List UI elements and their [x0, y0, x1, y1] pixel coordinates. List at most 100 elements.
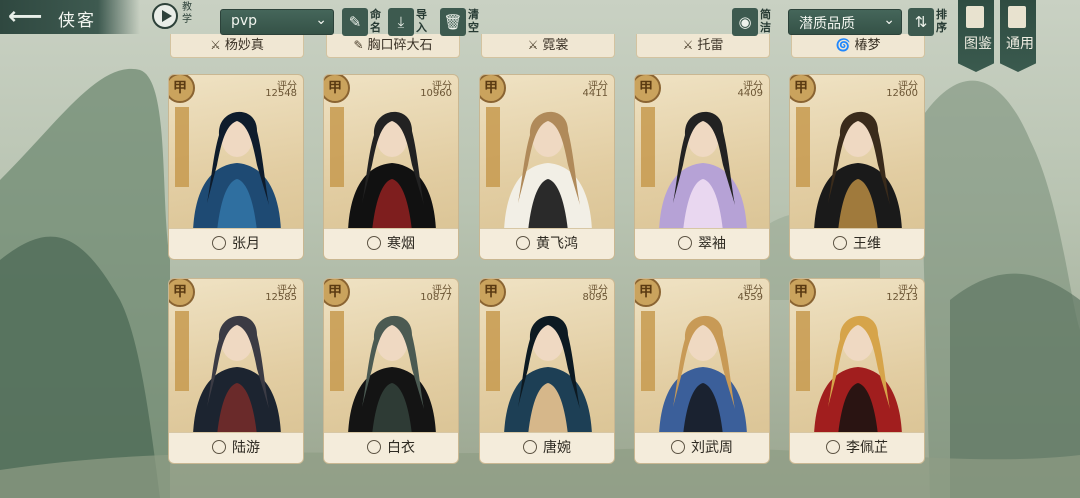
import-button[interactable]: ⤓ 导入 — [388, 8, 432, 36]
grade-ribbon — [641, 107, 655, 187]
hero-card[interactable]: 甲评分 12585 陆游 — [168, 278, 304, 464]
hero-card[interactable]: 甲评分 12600 王维 — [789, 74, 925, 260]
rename-label: 命名 — [370, 8, 381, 34]
trash-icon: 🗑 — [440, 8, 466, 36]
hero-name-plate: 陆游 — [169, 432, 303, 463]
hero-name: 白衣 — [387, 440, 415, 456]
book-icon — [966, 6, 984, 28]
score-value: 12548 — [265, 88, 297, 99]
sword-icon: ⚔ — [527, 38, 539, 52]
hero-portrait — [348, 111, 436, 231]
hero-name: 翠袖 — [698, 236, 726, 252]
hero-portrait — [659, 315, 747, 435]
hero-card[interactable]: 甲评分 10877 白衣 — [323, 278, 459, 464]
hero-portrait — [348, 315, 436, 435]
compact-view-button[interactable]: ◉ 简洁 — [732, 8, 776, 36]
hero-name: 寒烟 — [387, 236, 415, 252]
hero-name: 王维 — [853, 236, 881, 252]
sort-button[interactable]: ⇅ 排序 — [908, 8, 952, 36]
chevron-down-icon: ⌄ — [883, 12, 895, 28]
hero-name: 黄飞鸿 — [536, 236, 578, 252]
hero-name-plate: 刘武周 — [635, 432, 769, 463]
hero-card[interactable]: 甲评分 10960 寒烟 — [323, 74, 459, 260]
compact-label: 简洁 — [760, 8, 771, 34]
tutorial-label: 教学 — [182, 2, 192, 25]
atlas-button[interactable]: 图鉴 — [958, 0, 994, 72]
hero-name: 唐婉 — [543, 440, 571, 456]
quality-select-value: 潜质品质 — [799, 16, 855, 32]
score-value: 4409 — [737, 88, 763, 99]
sort-icon: ⇅ — [908, 8, 934, 36]
swirl-icon — [212, 440, 226, 454]
grade-ribbon — [330, 107, 344, 187]
hero-card[interactable]: 甲评分 4559 刘武周 — [634, 278, 770, 464]
hero-name-plate: 王维 — [790, 228, 924, 259]
hero-portrait — [193, 111, 281, 231]
hero-grid: ⚔ 杨妙真 ✎ 胸口碎大石 ⚔ 霓裳 ⚔ 托雷 🌀 椿梦 甲评分 12548 张月甲评分 109… — [0, 0, 1080, 498]
import-label: 导入 — [416, 8, 427, 34]
hero-name-plate: 黄飞鸿 — [480, 228, 614, 259]
eye-off-icon: ◉ — [732, 8, 758, 36]
general-button[interactable]: 通用 — [1000, 0, 1036, 72]
grade-ribbon — [175, 311, 189, 391]
hero-card[interactable]: 甲评分 4409 翠袖 — [634, 74, 770, 260]
hero-card[interactable]: 甲评分 12548 张月 — [168, 74, 304, 260]
grade-ribbon — [486, 311, 500, 391]
score-value: 12585 — [265, 292, 297, 303]
page-title: 侠客 — [58, 11, 96, 31]
grade-ribbon — [796, 107, 810, 187]
hero-portrait — [193, 315, 281, 435]
rename-button[interactable]: ✎ 命名 — [342, 8, 386, 36]
lotus-icon — [523, 440, 537, 454]
atlas-label: 图鉴 — [964, 36, 992, 52]
score-value: 4411 — [582, 88, 608, 99]
back-button[interactable]: ⟵ 侠客 — [0, 0, 140, 34]
hero-name-plate: 唐婉 — [480, 432, 614, 463]
hero-card[interactable]: 甲评分 8095 唐婉 — [479, 278, 615, 464]
score-value: 12600 — [886, 88, 918, 99]
brush-icon: ✎ — [342, 8, 368, 36]
general-label: 通用 — [1006, 36, 1034, 52]
hero-name: 陆游 — [232, 440, 260, 456]
clear-label: 清空 — [468, 8, 479, 34]
lotus-icon — [678, 236, 692, 250]
hero-card[interactable]: 甲评分 4411 黄飞鸿 — [479, 74, 615, 260]
score-value: 10877 — [420, 292, 452, 303]
hero-name: 张月 — [232, 236, 260, 252]
hero-name: 椿梦 — [854, 38, 881, 53]
sword-icon — [367, 236, 381, 250]
brush-icon: ✎ — [353, 38, 364, 52]
chevron-down-icon: ⌄ — [315, 12, 327, 28]
grade-ribbon — [330, 311, 344, 391]
score-value: 10960 — [420, 88, 452, 99]
hero-portrait — [814, 111, 902, 231]
hero-card[interactable]: 甲评分 12213 李佩芷 — [789, 278, 925, 464]
hero-name-plate: 翠袖 — [635, 228, 769, 259]
grade-ribbon — [641, 311, 655, 391]
sword-icon: ⚔ — [210, 38, 221, 52]
score-value: 8095 — [582, 292, 608, 303]
back-arrow-icon: ⟵ — [8, 2, 43, 30]
lotus-icon — [833, 236, 847, 250]
hero-name: 李佩芷 — [846, 440, 888, 456]
download-icon: ⤓ — [388, 8, 414, 36]
swirl-icon: 🌀 — [835, 38, 851, 52]
tutorial-button[interactable]: 教学 — [152, 2, 202, 34]
hero-name-plate: 白衣 — [324, 432, 458, 463]
hero-name-plate: 张月 — [169, 228, 303, 259]
hero-portrait — [504, 315, 592, 435]
play-icon — [152, 3, 178, 29]
shield-icon — [367, 440, 381, 454]
hero-name-plate: 李佩芷 — [790, 432, 924, 463]
sword-icon — [826, 440, 840, 454]
quality-select[interactable]: 潜质品质 ⌄ — [788, 9, 902, 35]
clear-button[interactable]: 🗑 清空 — [440, 8, 484, 36]
hero-name: 刘武周 — [691, 440, 733, 456]
hero-portrait — [659, 111, 747, 231]
grade-ribbon — [486, 107, 500, 187]
hero-name: 托雷 — [697, 38, 724, 53]
sword-icon: ⚔ — [682, 38, 694, 52]
book-icon — [1008, 6, 1026, 28]
grade-ribbon — [175, 107, 189, 187]
preset-select[interactable]: pvp ⌄ — [220, 9, 334, 35]
